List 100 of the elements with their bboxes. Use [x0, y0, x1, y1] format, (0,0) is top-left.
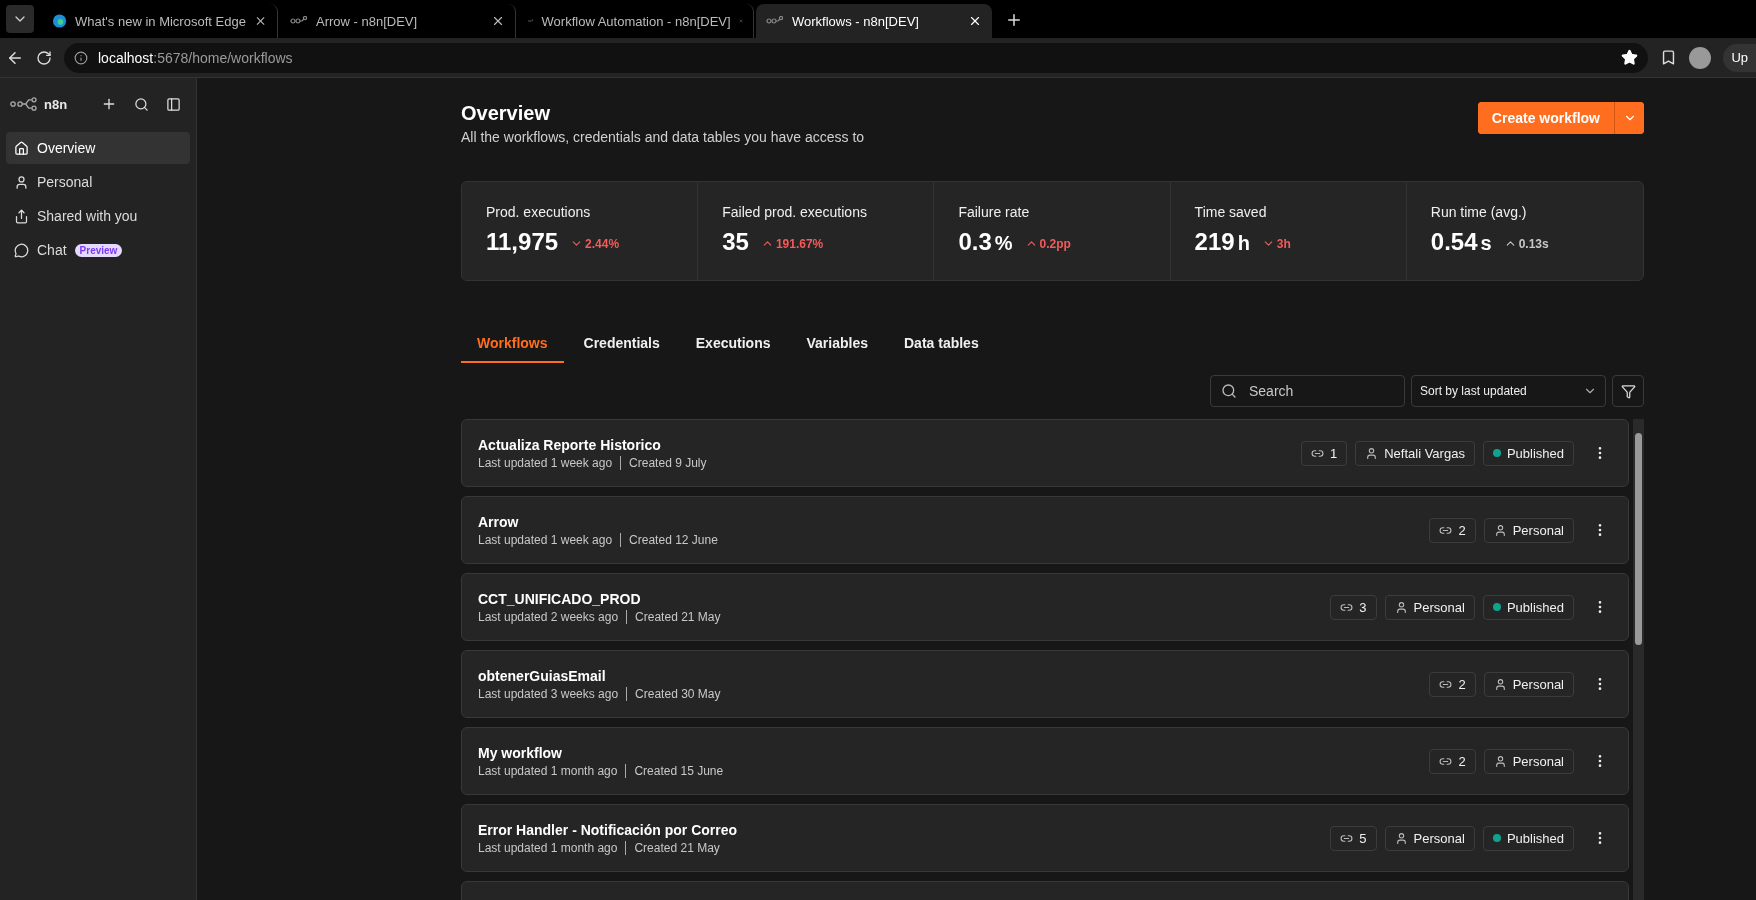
- node-graph-icon: [290, 16, 308, 26]
- link-count-tag: 2: [1429, 517, 1476, 543]
- created-text: Created 15 June: [634, 763, 724, 778]
- stat-label: Failure rate: [958, 204, 1031, 220]
- sidebar-item-label: Shared with you: [37, 208, 138, 224]
- preview-badge: Preview: [74, 243, 123, 257]
- section-tab[interactable]: Variables: [790, 335, 884, 363]
- stat-change: 0.13s: [1503, 236, 1549, 251]
- browser-logo-icon: [52, 13, 68, 29]
- link-count-tag: 3: [1330, 594, 1377, 620]
- owner-tag: Personal: [1384, 825, 1475, 851]
- plus-icon: [101, 96, 117, 112]
- owner-tag: Personal: [1483, 517, 1574, 543]
- last-updated-text: Last updated 1 month ago: [478, 840, 618, 855]
- logo-icon: [10, 97, 38, 111]
- browser-tab[interactable]: Workflows - n8n[DEV]: [756, 4, 992, 38]
- section-tab[interactable]: Credentials: [567, 335, 676, 363]
- node-graph-icon: [766, 16, 784, 26]
- sidebar-item[interactable]: Overview: [6, 132, 190, 164]
- home-icon: [14, 140, 29, 156]
- sidebar-item[interactable]: Shared with you: [6, 200, 190, 232]
- last-updated-text: Last updated 3 weeks ago: [478, 686, 619, 701]
- published-tag: Published: [1482, 440, 1574, 466]
- sidebar-item-label: Chat: [37, 242, 67, 258]
- section-tab[interactable]: Data tables: [888, 335, 995, 363]
- workflow-name: obtenerGuiasEmail: [478, 667, 607, 684]
- sidebar-item[interactable]: Chat Preview: [6, 234, 190, 266]
- workflow-card[interactable]: CCT_UNIFICADO_PROD Last updated 2 weeks ago Created 21 May 3 Personal Published: [461, 573, 1629, 641]
- filter-button[interactable]: [1612, 375, 1644, 407]
- stat-value: 219 h: [1194, 228, 1250, 256]
- published-tag: Published: [1482, 594, 1574, 620]
- link-count-tag: 2: [1429, 748, 1476, 774]
- owner-tag: Personal: [1384, 594, 1475, 620]
- workflow-name: My workflow: [478, 744, 563, 761]
- page-title: Overview: [461, 102, 551, 125]
- user-icon: [1493, 523, 1507, 537]
- stat-value: 0.3%: [958, 228, 1013, 256]
- plus-icon: [1005, 11, 1023, 29]
- workflow-name: Actualiza Reporte Historico: [478, 436, 662, 453]
- link-count-tag: 2: [1429, 671, 1476, 697]
- filter-icon: [1620, 383, 1636, 399]
- workflow-card[interactable]: Actualiza Reporte Historico Last updated 1 week ago Created 9 July 1 Neftali Vargas Published: [461, 419, 1629, 487]
- profile-avatar[interactable]: [1689, 46, 1712, 69]
- workflow-card[interactable]: My workflow Last updated 1 month ago Created 15 June 2 Personal: [461, 727, 1629, 795]
- stat-value: 0.54s: [1430, 228, 1492, 256]
- sidebar-item-label: Overview: [37, 140, 96, 156]
- sidebar-item[interactable]: Personal: [6, 166, 190, 198]
- published-tag: Published: [1482, 825, 1574, 851]
- chat-icon: [14, 242, 29, 258]
- workflow-card[interactable]: Arrow Last updated 1 week ago Created 12 June 2 Personal: [461, 496, 1629, 564]
- section-tab[interactable]: Executions: [679, 335, 787, 363]
- section-tab[interactable]: Workflows: [461, 335, 564, 363]
- last-updated-text: Last updated 1 week ago: [478, 455, 613, 470]
- link-count-tag: 1: [1300, 440, 1348, 466]
- workflow-name: CCT_UNIFICADO_PROD: [478, 590, 642, 607]
- info-icon[interactable]: [74, 50, 88, 65]
- created-text: Created 30 May: [635, 686, 721, 701]
- owner-tag: Personal: [1483, 748, 1574, 774]
- stat-label: Prod. executions: [486, 204, 592, 220]
- stat-value: 11,975: [486, 228, 559, 256]
- owner-tag: Neftali Vargas: [1355, 440, 1475, 466]
- stat-label: Run time (avg.): [1430, 204, 1528, 220]
- close-icon[interactable]: [968, 14, 982, 28]
- stat-change: 2.44%: [570, 236, 620, 251]
- owner-tag: Personal: [1483, 671, 1574, 697]
- link-count-tag: 5: [1330, 825, 1377, 851]
- panel-icon: [165, 96, 181, 112]
- user-icon: [14, 174, 29, 190]
- stat-label: Time saved: [1194, 204, 1268, 220]
- user-icon: [1493, 754, 1507, 768]
- stat-label: Failed prod. executions: [722, 204, 868, 220]
- sort-dropdown[interactable]: Sort by last updated: [1411, 375, 1606, 407]
- update-button[interactable]: Up: [1723, 43, 1756, 72]
- share-icon: [14, 208, 29, 224]
- created-text: Created 21 May: [635, 609, 721, 624]
- created-text: Created 9 July: [629, 455, 707, 470]
- workflow-card[interactable]: Error Handler - Notificación por Correo Last updated 1 month ago Created 21 May 5 Personal Published: [461, 804, 1629, 872]
- user-icon: [1394, 600, 1408, 614]
- created-text: Created 12 June: [629, 532, 718, 547]
- user-icon: [1493, 677, 1507, 691]
- star-icon[interactable]: [1621, 49, 1639, 66]
- stat-change: 3h: [1261, 236, 1291, 251]
- workflow-card[interactable]: obtenerGuiasEmail Last updated 3 weeks ago Created 30 May 2 Personal: [461, 650, 1629, 718]
- stat-value: 35: [722, 228, 749, 256]
- address-bar[interactable]: localhost:5678/home/workflows: [64, 42, 1649, 73]
- workflow-name: Error Handler - Notificación por Correo: [478, 821, 739, 838]
- page-subtitle: All the workflows, credentials and data tables you have access to: [461, 129, 865, 145]
- tab-list-button[interactable]: [6, 5, 34, 33]
- last-updated-text: Last updated 1 month ago: [478, 763, 618, 778]
- scrollbar[interactable]: [1633, 419, 1644, 900]
- search-field[interactable]: Search: [1210, 375, 1405, 407]
- created-text: Created 21 May: [634, 840, 720, 855]
- workflow-name: Arrow: [478, 513, 520, 530]
- brand-name: n8n: [44, 96, 69, 112]
- sidebar-item-label: Personal: [37, 174, 93, 190]
- stat-change: 0.2pp: [1024, 236, 1071, 251]
- reload-icon[interactable]: [36, 49, 52, 66]
- search-icon: [133, 96, 149, 112]
- search-icon: [1221, 383, 1237, 399]
- close-icon[interactable]: [491, 14, 505, 28]
